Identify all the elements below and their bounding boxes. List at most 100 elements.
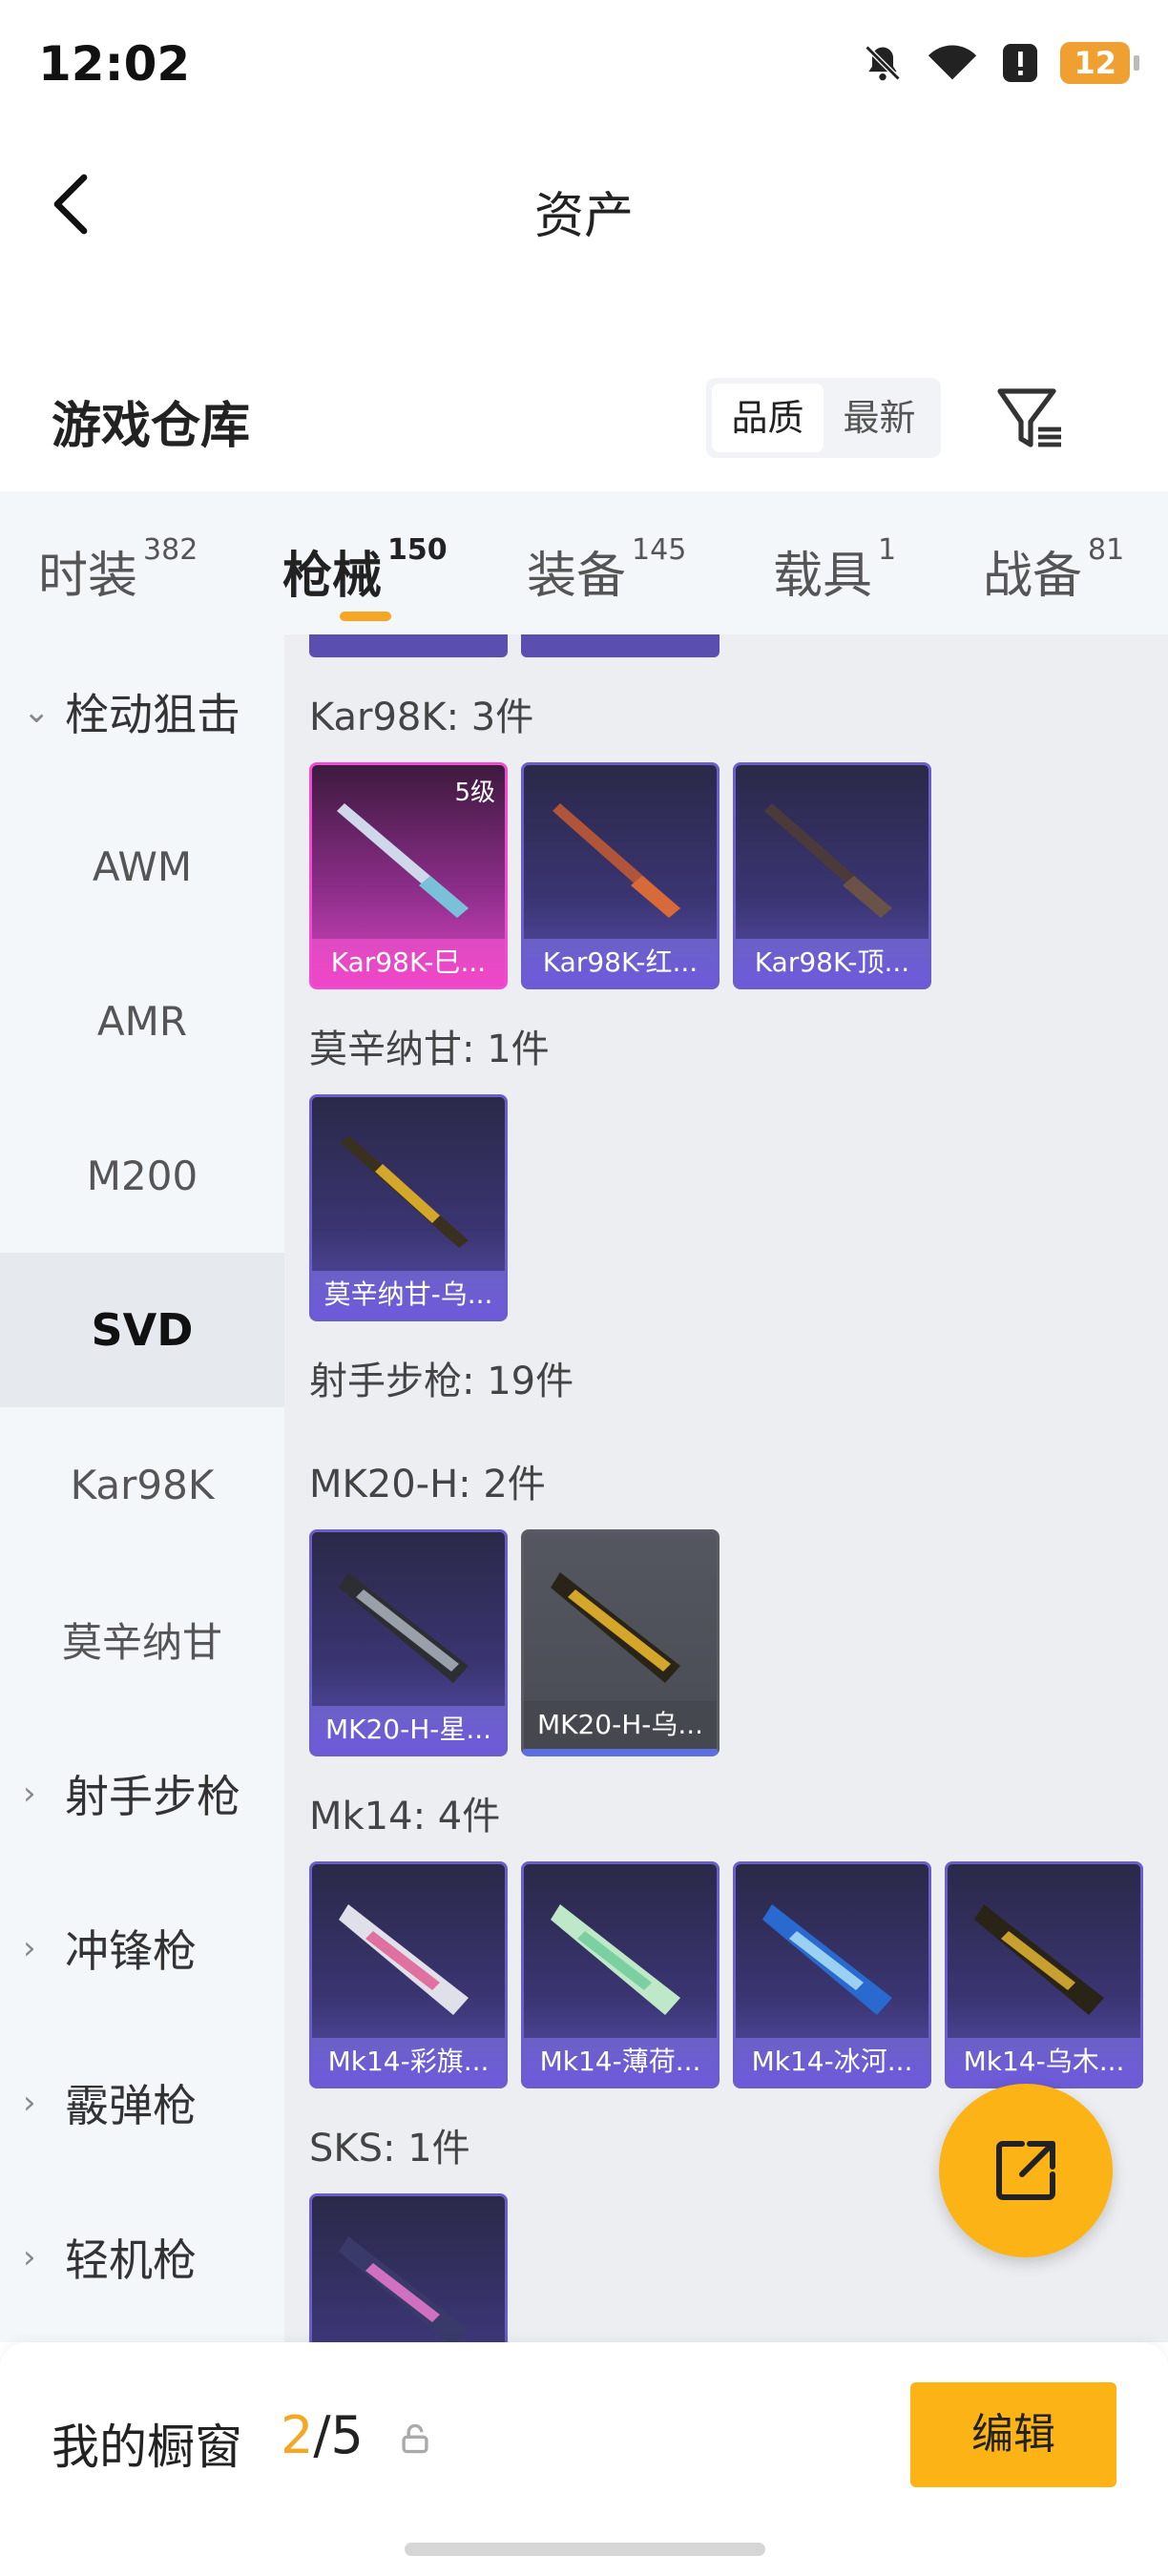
sidebar-group-label: 冲锋枪 xyxy=(65,1925,197,1977)
weapon-card-label: Mk14-冰河... xyxy=(736,2038,928,2086)
filter-icon xyxy=(997,388,1061,447)
sidebar-group-shotgun[interactable]: › 霰弹枪 xyxy=(0,2025,284,2180)
tab-count: 81 xyxy=(1088,533,1125,567)
showcase-bar: 我的橱窗 2/5 编辑 xyxy=(0,2342,1168,2576)
rifle-image xyxy=(339,2236,469,2342)
sidebar-group-dmr[interactable]: › 射手步枪 xyxy=(0,1716,284,1871)
section-title-sks: SKS: 1件 xyxy=(309,2127,470,2171)
weapon-card[interactable]: Kar98K-顶... xyxy=(733,762,931,989)
alert-icon xyxy=(1003,44,1038,82)
rifle-image xyxy=(551,1904,680,2015)
tab-label: 时装 xyxy=(38,548,138,605)
mute-bell-icon xyxy=(866,45,901,81)
weapon-card-label: MK20-H-乌... xyxy=(524,1701,717,1749)
weapon-card[interactable]: Mk14-薄荷... xyxy=(521,1861,720,2088)
weapon-card[interactable]: Mk14-乌木... xyxy=(945,1861,1143,2088)
sidebar-item-svd[interactable]: SVD xyxy=(0,1253,284,1407)
tab-label: 枪械 xyxy=(282,548,383,605)
rifle-image xyxy=(762,1904,892,2015)
sidebar-item-mosin[interactable]: 莫辛纳甘 xyxy=(0,1562,284,1716)
sidebar-group-label: 轻机枪 xyxy=(65,2234,197,2286)
section-title-dmr: 射手步枪: 19件 xyxy=(309,1360,574,1403)
tab-label: 战备 xyxy=(983,548,1083,605)
rifle-image xyxy=(341,1135,469,1248)
page-title: 资产 xyxy=(533,188,634,245)
rifle-image xyxy=(764,803,892,918)
home-indicator xyxy=(405,2543,765,2556)
tab-vehicles[interactable]: 载具 1 xyxy=(773,533,897,607)
sort-toggle: 品质 最新 xyxy=(706,378,941,458)
level-badge: 5级 xyxy=(454,779,495,807)
sort-newest-option[interactable]: 最新 xyxy=(824,384,935,452)
tab-equipment[interactable]: 装备 145 xyxy=(527,533,687,607)
sidebar-group-label: 射手步枪 xyxy=(65,1771,240,1822)
chevron-right-icon: › xyxy=(23,2238,36,2276)
section-title-mk20: MK20-H: 2件 xyxy=(309,1463,546,1506)
active-tab-indicator xyxy=(340,612,391,621)
warehouse-title: 游戏仓库 xyxy=(52,398,251,455)
weapon-card-label: 莫辛纳甘-乌... xyxy=(312,1271,505,1319)
weapon-card-label: Mk14-乌木... xyxy=(948,2038,1140,2086)
weapon-card[interactable]: MK20-H-星... xyxy=(309,1529,508,1756)
weapon-card[interactable] xyxy=(309,2193,508,2342)
sidebar-item-kar98k[interactable]: Kar98K xyxy=(0,1407,284,1562)
section-title-mk14: Mk14: 4件 xyxy=(309,1795,501,1839)
sidebar-group-smg[interactable]: › 冲锋枪 xyxy=(0,1871,284,2025)
weapon-card-label: Mk14-薄荷... xyxy=(524,2038,717,2086)
filter-button[interactable] xyxy=(992,380,1069,456)
battery-indicator: 12 xyxy=(1060,42,1139,84)
tab-fashion[interactable]: 时装 382 xyxy=(38,533,198,607)
sidebar-group-label: 栓动狙击 xyxy=(65,689,240,740)
share-button[interactable] xyxy=(939,2084,1113,2257)
app-header: 资产 xyxy=(0,134,1168,277)
rifle-image xyxy=(339,1904,469,2015)
lock-icon xyxy=(402,2423,428,2454)
rifle-image xyxy=(551,1572,680,1683)
status-icons: 12 xyxy=(862,42,1139,84)
sidebar-group-lmg[interactable]: › 轻机枪 xyxy=(0,2180,284,2335)
status-bar: 12:02 12 xyxy=(0,0,1168,134)
chevron-right-icon: › xyxy=(23,2084,36,2122)
weapon-card-label: Mk14-彩旗... xyxy=(312,2038,505,2086)
share-icon xyxy=(996,2141,1055,2200)
showcase-current: 2 xyxy=(281,2405,314,2465)
weapon-type-sidebar: ⌄ 栓动狙击 AWM AMR M200 SVD Kar98K 莫辛纳甘 › 射手… xyxy=(0,634,284,2342)
sidebar-item-awm[interactable]: AWM xyxy=(0,789,284,944)
tab-label: 载具 xyxy=(773,548,873,605)
chevron-down-icon: ⌄ xyxy=(23,693,51,731)
weapon-card[interactable]: 莫辛纳甘-乌... xyxy=(309,1094,508,1321)
weapon-card[interactable]: MK20-H-乌... xyxy=(521,1529,720,1756)
showcase-label: 我的橱窗 xyxy=(52,2420,242,2475)
edit-button[interactable]: 编辑 xyxy=(910,2382,1116,2487)
weapon-card[interactable]: Mk14-彩旗... xyxy=(309,1861,508,2088)
weapon-card-label: Kar98K-巳... xyxy=(312,939,505,987)
warehouse-toolbar: 游戏仓库 品质 最新 xyxy=(0,353,1168,487)
card-peek xyxy=(309,634,508,657)
section-title-mosin: 莫辛纳甘: 1件 xyxy=(309,1028,550,1071)
weapon-card-label: Kar98K-红... xyxy=(524,939,717,987)
sidebar-item-amr[interactable]: AMR xyxy=(0,944,284,1098)
tab-count: 382 xyxy=(143,533,198,567)
tab-label: 装备 xyxy=(527,548,627,605)
sidebar-group-sniper[interactable]: ⌄ 栓动狙击 xyxy=(0,634,284,789)
section-title-kar98k: Kar98K: 3件 xyxy=(309,696,534,739)
status-time: 12:02 xyxy=(38,36,191,92)
tab-supplies[interactable]: 战备 81 xyxy=(983,533,1125,607)
card-peek xyxy=(521,634,720,657)
showcase-count: 2/5 xyxy=(281,2405,364,2465)
chevron-right-icon: › xyxy=(23,1775,36,1813)
tab-count: 1 xyxy=(878,533,897,567)
weapon-card-label: Kar98K-顶... xyxy=(736,939,928,987)
weapon-card[interactable]: Mk14-冰河... xyxy=(733,1861,931,2088)
chevron-right-icon: › xyxy=(23,1929,36,1967)
rifle-image xyxy=(339,1572,469,1683)
category-tabs: 时装 382 枪械 150 装备 145 载具 1 战备 81 xyxy=(0,491,1168,634)
weapon-card-label: MK20-H-星... xyxy=(312,1706,505,1754)
tab-count: 145 xyxy=(632,533,687,567)
weapon-card[interactable]: 5级 Kar98K-巳... xyxy=(309,762,508,989)
tab-guns[interactable]: 枪械 150 xyxy=(282,533,448,607)
sidebar-group-label: 霰弹枪 xyxy=(65,2080,197,2131)
sidebar-item-m200[interactable]: M200 xyxy=(0,1098,284,1253)
sort-quality-option[interactable]: 品质 xyxy=(712,384,824,452)
weapon-card[interactable]: Kar98K-红... xyxy=(521,762,720,989)
